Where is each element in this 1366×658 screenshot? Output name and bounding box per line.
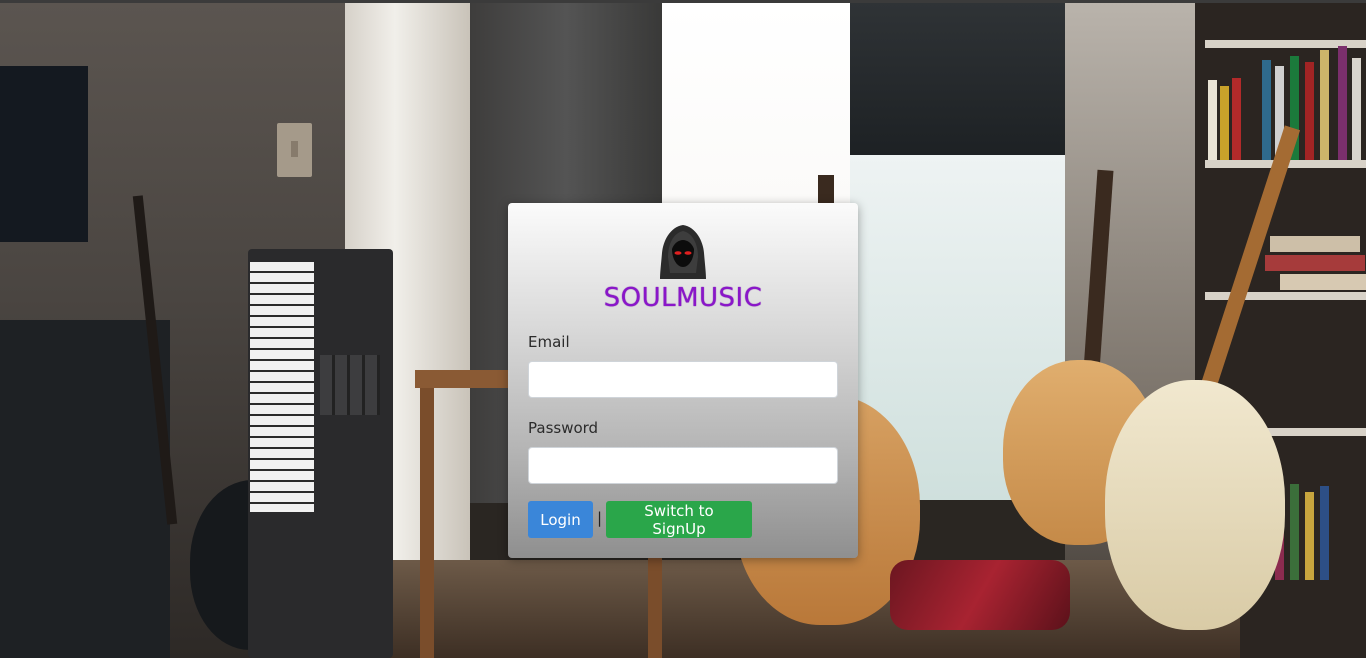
- top-border: [0, 0, 1366, 3]
- table-leg: [420, 388, 434, 658]
- email-label: Email: [528, 333, 570, 351]
- tv-screen: [0, 66, 88, 242]
- password-input[interactable]: [528, 447, 838, 484]
- book: [1305, 62, 1314, 160]
- book: [1232, 78, 1241, 160]
- book: [1220, 86, 1229, 160]
- book: [1262, 60, 1271, 160]
- window-blind: [850, 3, 1065, 155]
- book: [1305, 492, 1314, 580]
- book: [1290, 484, 1299, 580]
- brand-name: SOULMUSIC: [603, 283, 763, 313]
- piano-keys: [250, 262, 314, 512]
- light-switch: [277, 123, 312, 177]
- hooded-figure-icon: [660, 225, 706, 279]
- login-button[interactable]: Login: [528, 501, 593, 538]
- book: [1280, 274, 1366, 290]
- drum-pads: [320, 355, 380, 415]
- desk: [0, 320, 170, 658]
- email-input[interactable]: [528, 361, 838, 398]
- electric-guitar-body: [1105, 380, 1285, 630]
- rug: [890, 560, 1070, 630]
- book: [1320, 486, 1329, 580]
- book: [1352, 58, 1361, 160]
- password-label: Password: [528, 419, 599, 437]
- book: [1208, 80, 1217, 160]
- book: [1320, 50, 1329, 160]
- book: [1338, 46, 1347, 160]
- book: [1265, 255, 1365, 271]
- login-card: SOULMUSIC Email Password Login | Switch …: [508, 203, 858, 558]
- switch-to-signup-button[interactable]: Switch to SignUp: [606, 501, 752, 538]
- button-separator: |: [597, 509, 603, 527]
- book: [1270, 236, 1360, 252]
